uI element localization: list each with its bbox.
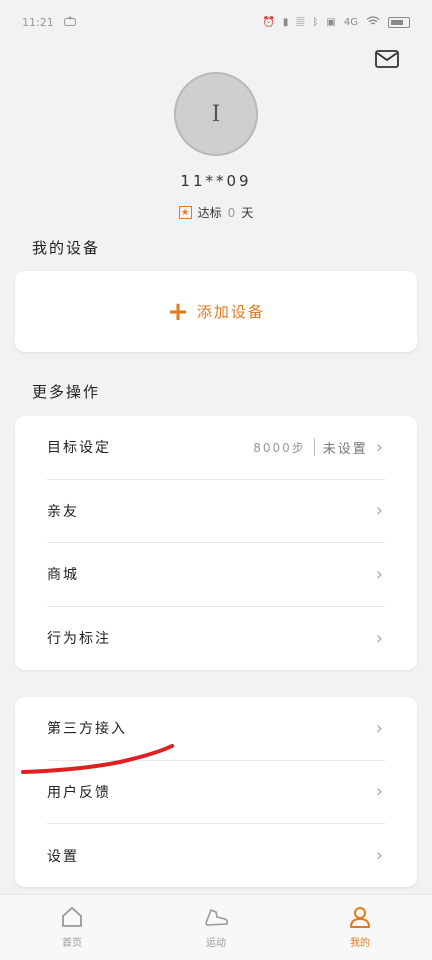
alarm-icon: ⏰ — [262, 16, 275, 28]
tab-home[interactable]: 首页 — [12, 906, 132, 949]
feedback-row[interactable]: 用户反馈 › — [47, 761, 385, 824]
streak-label: 达标 — [197, 206, 222, 220]
shoe-icon — [205, 909, 229, 926]
avatar-initial: I — [211, 101, 221, 127]
signal-speed-icon: 𝄚 — [296, 16, 305, 28]
streak-value: 0 — [227, 205, 236, 220]
streak-info: ★ 达标 0 天 — [0, 204, 432, 221]
chevron-right-icon: › — [375, 845, 385, 867]
bluetooth-icon: ᛒ — [312, 16, 319, 28]
hd-icon: ▣ — [326, 16, 336, 28]
avatar[interactable]: I — [174, 72, 258, 156]
chevron-right-icon: › — [375, 717, 385, 739]
mall-label: 商城 — [47, 567, 79, 584]
username: 11**09 — [180, 172, 252, 190]
settings-label: 设置 — [47, 848, 79, 865]
behavior-tag-label: 行为标注 — [47, 631, 111, 648]
star-badge-icon: ★ — [178, 206, 192, 219]
tab-sport[interactable]: 运动 — [156, 906, 276, 949]
devices-section-title: 我的设备 — [32, 239, 101, 257]
tab-mine[interactable]: 我的 — [300, 906, 420, 949]
more-section-title: 更多操作 — [32, 383, 101, 401]
mail-icon — [375, 50, 399, 68]
third-party-row[interactable]: 第三方接入 › — [47, 697, 385, 761]
settings-card: 第三方接入 › 用户反馈 › 设置 › — [15, 697, 417, 887]
feedback-label: 用户反馈 — [47, 784, 111, 801]
divider — [313, 438, 315, 457]
devices-card: + 添加设备 — [15, 271, 417, 352]
behavior-tag-row[interactable]: 行为标注 › — [47, 607, 385, 671]
chevron-right-icon: › — [375, 627, 385, 649]
chevron-right-icon: › — [375, 781, 385, 803]
message-button[interactable] — [374, 48, 400, 70]
tab-sport-label: 运动 — [206, 938, 226, 949]
vibrate-icon: ▮ — [282, 16, 289, 28]
mall-row[interactable]: 商城 › — [47, 543, 385, 607]
person-icon — [350, 907, 370, 928]
battery-icon — [388, 16, 410, 28]
wifi-icon — [366, 15, 380, 29]
settings-row[interactable]: 设置 › — [47, 824, 385, 888]
bottom-tab-bar: 首页 运动 我的 — [0, 894, 432, 960]
status-time: 11:21 — [22, 15, 54, 29]
status-bar: 11:21 ⏰ ▮ 𝄚 ᛒ ▣ 4G — [0, 0, 432, 44]
friends-row[interactable]: 亲友 › — [47, 480, 385, 543]
goal-setting-label: 目标设定 — [47, 440, 111, 457]
goal-status: 未设置 — [322, 441, 368, 457]
third-party-label: 第三方接入 — [47, 721, 127, 738]
goal-steps: 8000步 — [253, 440, 306, 455]
more-actions-card: 目标设定 8000步 未设置 › 亲友 › 商城 › 行为标注 › — [15, 416, 417, 670]
home-icon — [62, 907, 82, 927]
tab-home-label: 首页 — [62, 938, 82, 949]
app-notification-icon — [63, 16, 76, 29]
network-type: 4G — [343, 16, 358, 28]
goal-setting-row[interactable]: 目标设定 8000步 未设置 › — [47, 416, 385, 480]
tab-mine-label: 我的 — [350, 938, 370, 949]
chevron-right-icon: › — [375, 500, 385, 522]
streak-unit: 天 — [241, 206, 254, 220]
chevron-right-icon: › — [375, 563, 385, 585]
add-device-button[interactable]: + 添加设备 — [15, 271, 417, 352]
friends-label: 亲友 — [47, 503, 79, 520]
chevron-right-icon: › — [375, 436, 385, 458]
add-device-label: 添加设备 — [196, 303, 265, 321]
plus-icon: + — [167, 296, 191, 327]
